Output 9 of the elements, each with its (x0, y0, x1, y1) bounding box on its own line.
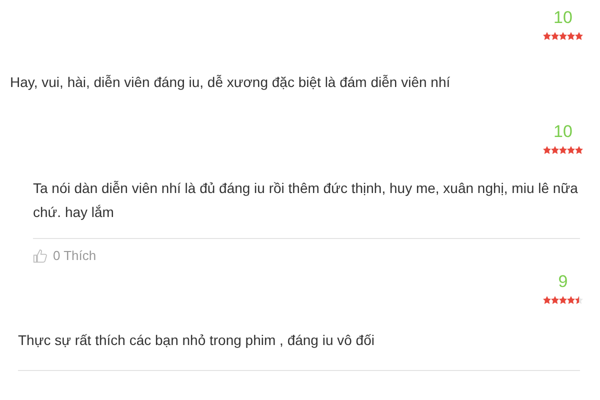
like-count[interactable]: 0 Thích (53, 246, 96, 266)
review-text: Ta nói dàn diễn viên nhí là đủ đáng iu rồi thêm đức thịnh, huy me, xuân nghị, miu lê nữa chứ. hay lắm (33, 179, 579, 222)
score: 9 (558, 272, 568, 292)
score: 10 (554, 122, 572, 142)
half-star-icon (575, 296, 583, 304)
review-text: Thực sự rất thích các bạn nhỏ trong phim , đáng iu vô đối (18, 330, 376, 350)
thumbs-up-icon[interactable] (33, 248, 47, 263)
score: 10 (554, 8, 572, 28)
review-text: Hay, vui, hài, diễn viên đáng iu, dễ xương đặc biệt là đám diễn viên nhí (10, 73, 452, 92)
